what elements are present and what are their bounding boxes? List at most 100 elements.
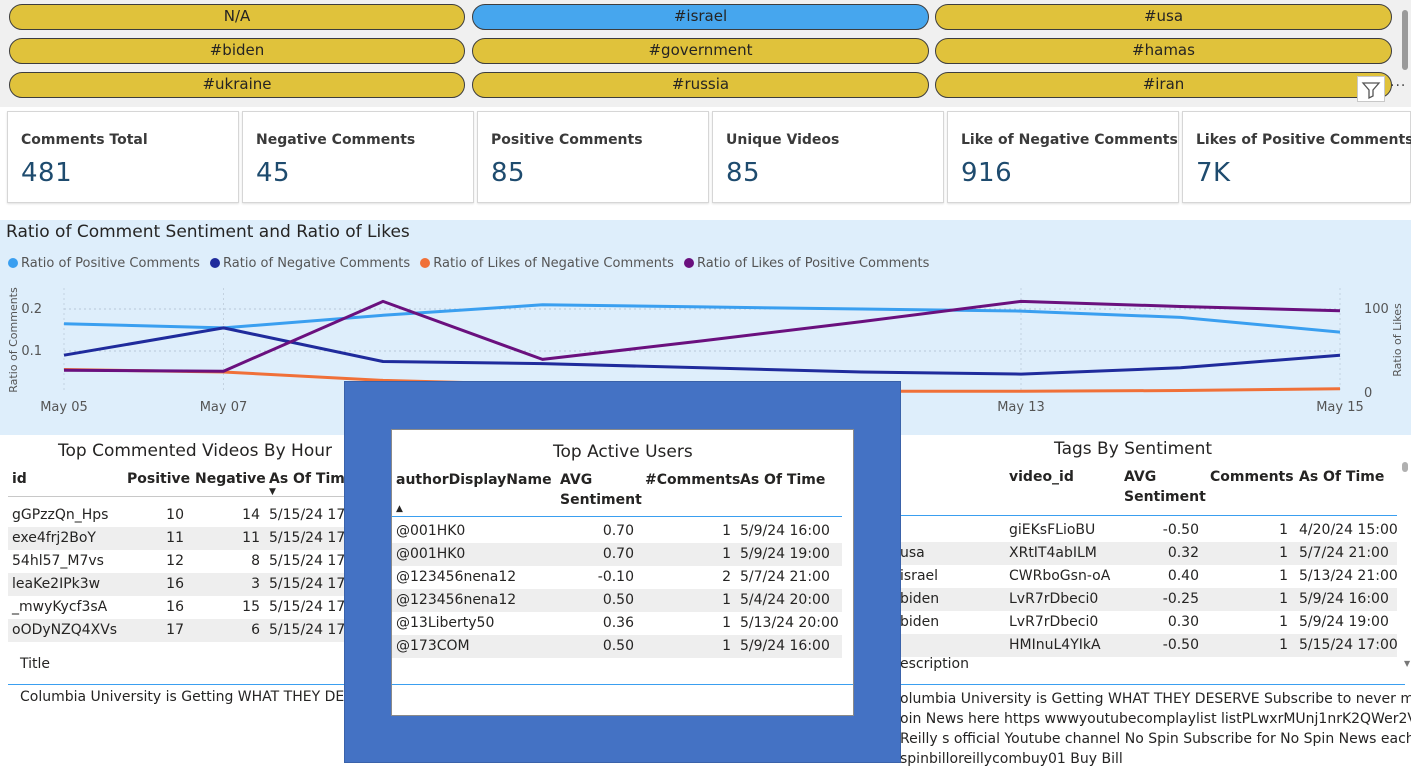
cell-comments-count: 1: [722, 615, 731, 631]
table-row[interactable]: gGPzzQn_Hps 10 14 5/15/24 17:: [8, 504, 350, 527]
kpi-label: Like of Negative Comments: [961, 132, 1178, 148]
chart-legend: Ratio of Positive Comments Ratio of Nega…: [8, 256, 935, 271]
table-row[interactable]: HMInuL4YIkA -0.50 1 5/15/24 17:00: [900, 634, 1398, 657]
legend-label: Ratio of Likes of Negative Comments: [433, 256, 674, 271]
table-row[interactable]: biden LvR7rDbeci0 0.30 1 5/9/24 19:00: [900, 611, 1397, 634]
filter-icon[interactable]: [1357, 76, 1385, 102]
cell-tag: biden: [900, 591, 940, 607]
table-row[interactable]: israel CWRboGsn-oA 0.40 1 5/13/24 21:00: [900, 565, 1398, 588]
legend-dot-icon: [420, 258, 431, 268]
title-panel-divider: [8, 684, 344, 685]
table-row[interactable]: exe4frj2BoY 11 11 5/15/24 17:: [8, 527, 350, 550]
col-header-negative[interactable]: Negative: [195, 469, 266, 489]
tags-table-title: Tags By Sentiment: [1054, 439, 1213, 459]
cell-author: @173COM: [396, 638, 470, 654]
cell-positive: 16: [166, 576, 184, 592]
cell-time: 4/20/24 15:00: [1299, 522, 1398, 538]
footer-divider: [392, 684, 853, 685]
cell-time: 5/9/24 16:00: [740, 638, 830, 654]
kpi-label: Positive Comments: [491, 132, 643, 148]
sort-asc-icon[interactable]: ▲: [396, 504, 403, 514]
slicer-option-biden[interactable]: #biden: [9, 38, 465, 64]
kpi-card-likes-positive: Likes of Positive Comments 7K: [1182, 111, 1411, 203]
cell-id: 54hl57_M7vs: [12, 553, 104, 569]
slicer-option-na[interactable]: N/A: [9, 4, 465, 30]
cell-author: @001HK0: [396, 546, 466, 562]
cell-positive: 16: [166, 599, 184, 615]
cell-positive: 11: [166, 530, 184, 546]
cell-comments: 1: [1279, 568, 1288, 584]
col-header-comments[interactable]: Comments: [1210, 467, 1294, 487]
description-line: oin News here https wwwyoutubecomplaylis…: [900, 711, 1411, 727]
table-row[interactable]: _mwyKycf3sA 16 15 5/15/24 17:: [8, 596, 350, 619]
cell-time: 5/15/24 17:: [269, 530, 350, 546]
legend-item[interactable]: Ratio of Positive Comments: [8, 256, 200, 271]
header-divider: [8, 496, 344, 497]
table-row[interactable]: biden LvR7rDbeci0 -0.25 1 5/9/24 16:00: [900, 588, 1397, 611]
col-header-as-of-time[interactable]: As Of Time: [1299, 467, 1384, 487]
more-options-icon[interactable]: ···: [1390, 78, 1406, 94]
tags-table-scrollbar[interactable]: [1402, 462, 1408, 472]
y-tick-label: 0.1: [21, 344, 42, 359]
cell-id: gGPzzQn_Hps: [12, 507, 109, 523]
cell-comments-count: 1: [722, 638, 731, 654]
col-header-as-of-time[interactable]: As Of Time: [269, 469, 354, 489]
col-header-avg-sentiment[interactable]: AVG Sentiment: [1124, 467, 1206, 507]
col-header-avg-sentiment[interactable]: AVG Sentiment: [560, 470, 642, 510]
table-row[interactable]: @13Liberty50 0.36 1 5/13/24 20:00: [392, 612, 842, 635]
slicer-option-government[interactable]: #government: [472, 38, 929, 64]
table-row[interactable]: usa XRtIT4abILM 0.32 1 5/7/24 21:00: [900, 542, 1397, 565]
legend-item[interactable]: Ratio of Negative Comments: [210, 256, 410, 271]
table-row[interactable]: leaKe2IPk3w 16 3 5/15/24 17:: [8, 573, 350, 596]
table-row[interactable]: @001HK0 0.70 1 5/9/24 19:00: [392, 543, 842, 566]
slicer-option-russia[interactable]: #russia: [472, 72, 929, 98]
kpi-value: 85: [491, 158, 526, 188]
legend-item[interactable]: Ratio of Likes of Negative Comments: [420, 256, 674, 271]
slicer-option-iran[interactable]: #iran: [935, 72, 1392, 98]
cell-positive: 10: [166, 507, 184, 523]
slicer-scrollbar[interactable]: [1402, 10, 1408, 70]
col-header-id[interactable]: id: [12, 469, 27, 489]
col-header-positive[interactable]: Positive: [127, 469, 190, 489]
legend-dot-icon: [8, 258, 18, 268]
cell-author: @123456nena12: [396, 569, 517, 585]
table-row[interactable]: oODyNZQ4XVs 17 6 5/15/24 17:: [8, 619, 350, 642]
cell-video-id: XRtIT4abILM: [1009, 545, 1097, 561]
cell-negative: 11: [242, 530, 260, 546]
cell-comments: 1: [1279, 614, 1288, 630]
slicer-option-hamas[interactable]: #hamas: [935, 38, 1392, 64]
cell-time: 5/15/24 17:: [269, 553, 350, 569]
scroll-down-icon[interactable]: ▼: [1404, 659, 1410, 668]
table-row[interactable]: giEKsFLioBU -0.50 1 4/20/24 15:00: [900, 519, 1398, 542]
series-line-3: [63, 299, 1341, 373]
table-row[interactable]: @123456nena12 0.50 1 5/4/24 20:00: [392, 589, 842, 612]
cell-author: @001HK0: [396, 523, 466, 539]
cell-avg-sentiment: 0.70: [602, 523, 634, 539]
cell-comments-count: 1: [722, 546, 731, 562]
col-header-author[interactable]: authorDisplayName: [396, 470, 552, 490]
legend-item[interactable]: Ratio of Likes of Positive Comments: [684, 256, 929, 271]
description-line: olumbia University is Getting WHAT THEY …: [900, 691, 1411, 707]
x-tick-label: May 13: [997, 400, 1045, 415]
slicer-option-ukraine[interactable]: #ukraine: [9, 72, 465, 98]
cell-negative: 14: [242, 507, 260, 523]
col-header-as-of-time[interactable]: As Of Time: [740, 470, 825, 490]
cell-time: 5/4/24 20:00: [740, 592, 830, 608]
table-row[interactable]: @173COM 0.50 1 5/9/24 16:00: [392, 635, 842, 658]
slicer-option-israel[interactable]: #israel: [472, 4, 929, 30]
cell-video-id: HMInuL4YIkA: [1009, 637, 1101, 653]
table-row[interactable]: 54hl57_M7vs 12 8 5/15/24 17:: [8, 550, 350, 573]
y2-axis-title: Ratio of Likes: [1391, 303, 1404, 377]
kpi-value: 45: [256, 158, 291, 188]
table-row[interactable]: @001HK0 0.70 1 5/9/24 16:00: [392, 520, 842, 543]
kpi-label: Likes of Positive Comments: [1196, 132, 1411, 148]
cell-negative: 15: [242, 599, 260, 615]
col-header-video-id[interactable]: video_id: [1009, 467, 1074, 487]
cell-avg-sentiment: -0.25: [1162, 591, 1199, 607]
col-header-comments-count[interactable]: #Comments: [645, 470, 740, 490]
table-row[interactable]: @123456nena12 -0.10 2 5/7/24 21:00: [392, 566, 842, 589]
kpi-value: 916: [961, 158, 1013, 188]
slicer-option-usa[interactable]: #usa: [935, 4, 1392, 30]
cell-time: 5/9/24 19:00: [1299, 614, 1389, 630]
cell-time: 5/15/24 17:: [269, 576, 350, 592]
